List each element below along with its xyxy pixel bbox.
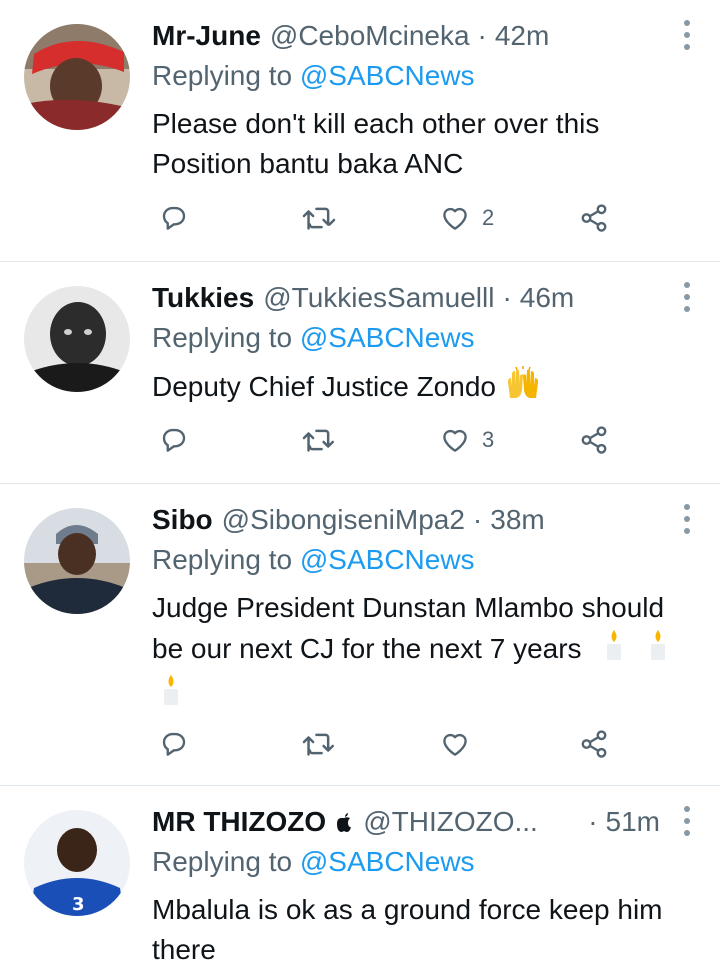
timestamp[interactable]: 42m [495, 20, 549, 52]
display-name[interactable]: Tukkies [152, 282, 254, 314]
like-button[interactable]: 3 [440, 420, 494, 460]
tweet-header: Sibo @SibongiseniMpa2 · 38m [152, 500, 660, 540]
apple-icon [337, 813, 352, 832]
retweet-button[interactable] [302, 198, 336, 238]
like-count: 3 [482, 427, 495, 452]
tweet-text-line: Position bantu baka ANC [152, 148, 464, 179]
reply-icon [162, 428, 186, 452]
user-avatar[interactable] [24, 286, 130, 392]
action-bar: 3 [0, 420, 720, 460]
tweet-text-line: Please don't kill each other over this [152, 108, 600, 139]
mention-link[interactable]: @SABCNews [300, 322, 475, 353]
tweet-text: Mbalula is ok as a ground force keep him… [152, 890, 700, 963]
reply-button[interactable] [159, 198, 189, 238]
tweet-text-line: be our next CJ for the next 7 years [152, 628, 700, 673]
display-name[interactable]: Mr-June [152, 20, 261, 52]
tweet-3[interactable]: Sibo @SibongiseniMpa2 · 38m Replying to … [0, 484, 720, 786]
reply-icon [162, 206, 186, 230]
replying-to: Replying to @SABCNews [152, 544, 475, 576]
replying-to-label: Replying to [152, 322, 293, 353]
tweet-2[interactable]: Tukkies @TukkiesSamuelll · 46m Replying … [0, 262, 720, 484]
separator: · [588, 806, 598, 837]
reply-icon [162, 732, 186, 756]
tweet-4[interactable]: 3 MR THIZOZO @THIZOZO... · 51m Replying … [0, 786, 720, 963]
separator: · [472, 504, 483, 535]
user-handle[interactable]: @SibongiseniMpa2 [222, 504, 465, 536]
candle-emoji [647, 628, 669, 673]
tweet-1[interactable]: Mr-June @CeboMcineka · 42m Replying to @… [0, 0, 720, 262]
timestamp[interactable]: 38m [490, 504, 544, 536]
tweet-text: Deputy Chief Justice Zondo [152, 366, 700, 411]
more-options-icon[interactable] [680, 282, 694, 312]
replying-to-label: Replying to [152, 846, 293, 877]
display-name[interactable]: Sibo [152, 504, 213, 536]
share-button[interactable] [579, 724, 609, 764]
like-button[interactable] [440, 724, 482, 764]
tweet-text-line: Deputy Chief Justice Zondo [152, 370, 496, 402]
mention-link[interactable]: @SABCNews [300, 544, 475, 575]
replying-to: Replying to @SABCNews [152, 60, 475, 92]
mention-link[interactable]: @SABCNews [300, 846, 475, 877]
retweet-icon [302, 733, 334, 756]
user-handle[interactable]: @THIZOZO... [363, 806, 538, 838]
retweet-button[interactable] [302, 724, 336, 764]
svg-text:3: 3 [72, 894, 85, 915]
candle-emoji [603, 628, 625, 673]
user-avatar[interactable] [24, 508, 130, 614]
tweet-text-line [152, 673, 700, 718]
more-options-icon[interactable] [680, 806, 694, 836]
tweet-text: Please don't kill each other over this P… [152, 104, 700, 184]
user-avatar[interactable]: 3 [24, 810, 130, 916]
tweet-text-line: there [152, 934, 216, 963]
more-options-icon[interactable] [680, 20, 694, 50]
timestamp[interactable]: 46m [520, 282, 574, 314]
share-icon [581, 730, 607, 758]
share-button[interactable] [579, 420, 609, 460]
like-button[interactable]: 2 [440, 198, 494, 238]
reply-button[interactable] [159, 724, 189, 764]
mention-link[interactable]: @SABCNews [300, 60, 475, 91]
like-count: 2 [482, 205, 495, 230]
heart-icon [443, 207, 467, 230]
replying-to-label: Replying to [152, 544, 293, 575]
user-avatar[interactable] [24, 24, 130, 130]
tweet-header: MR THIZOZO @THIZOZO... · 51m [152, 802, 660, 842]
user-handle[interactable]: @CeboMcineka [270, 20, 470, 52]
replying-to-label: Replying to [152, 60, 293, 91]
tweet-text-line: Judge President Dunstan Mlambo should [152, 592, 665, 623]
retweet-icon [302, 429, 334, 452]
tweet-text: Judge President Dunstan Mlambo should be… [152, 588, 700, 718]
tweet-text-line: Mbalula is ok as a ground force keep him [152, 894, 663, 925]
more-options-icon[interactable] [680, 504, 694, 534]
share-icon [581, 204, 607, 232]
reply-button[interactable] [159, 420, 189, 460]
action-bar [0, 724, 720, 764]
replying-to: Replying to @SABCNews [152, 322, 475, 354]
heart-icon [443, 733, 467, 756]
retweet-button[interactable] [302, 420, 336, 460]
retweet-icon [302, 207, 336, 230]
user-handle[interactable]: @TukkiesSamuelll [263, 282, 494, 314]
raising-hands-emoji [504, 366, 542, 411]
tweet-header: Mr-June @CeboMcineka · 42m [152, 16, 660, 56]
display-name[interactable]: MR THIZOZO [152, 806, 326, 838]
candle-emoji [160, 673, 182, 718]
action-bar: 2 [0, 198, 720, 238]
timestamp[interactable]: 51m [606, 806, 660, 838]
separator: · [477, 20, 487, 51]
heart-icon [443, 429, 467, 452]
tweet-header: Tukkies @TukkiesSamuelll · 46m [152, 278, 660, 318]
replying-to: Replying to @SABCNews [152, 846, 475, 878]
separator: · [502, 282, 512, 313]
share-button[interactable] [579, 198, 609, 238]
share-icon [581, 426, 607, 454]
